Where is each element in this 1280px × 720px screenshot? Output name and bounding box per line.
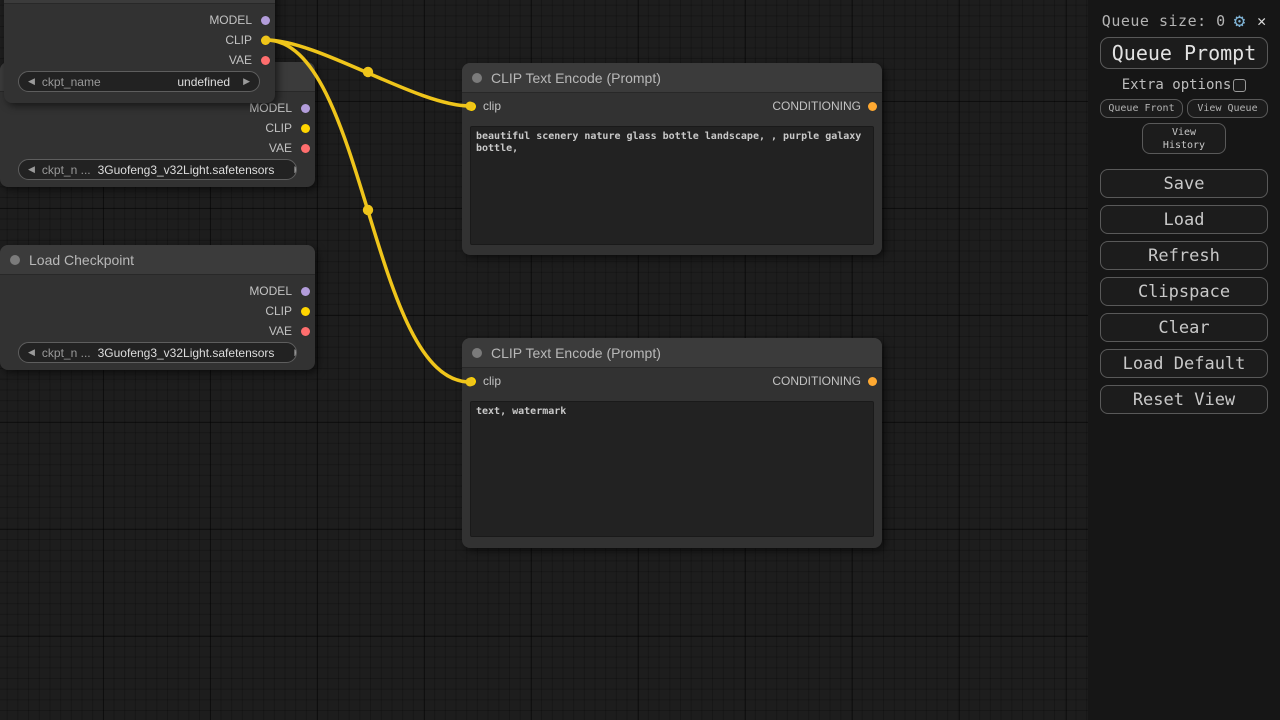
settings-gear-icon[interactable]: ⚙ xyxy=(1234,12,1245,30)
collapse-dot-icon[interactable] xyxy=(472,73,482,83)
model-output-port[interactable] xyxy=(261,16,270,25)
widget-next-arrow-icon[interactable]: ▶ xyxy=(294,165,297,174)
clip-input-label: clip xyxy=(483,374,501,388)
load-button[interactable]: Load xyxy=(1100,205,1268,234)
close-menu-icon[interactable]: ✕ xyxy=(1257,12,1266,30)
node-checkpoint-top[interactable]: MODEL CLIP VAE ◀ ckpt_name undefined ▶ xyxy=(4,0,275,103)
vae-output-port[interactable] xyxy=(301,327,310,336)
queue-size-label: Queue size: 0 xyxy=(1102,12,1226,30)
widget-value: undefined xyxy=(177,75,230,89)
node-graph-canvas[interactable]: MODEL CLIP VAE ◀ ckpt_n ... 3Guofeng3_v3… xyxy=(0,0,1088,720)
extra-options-row: Extra options xyxy=(1122,78,1247,92)
extra-options-checkbox[interactable] xyxy=(1233,79,1246,92)
clip-input-label: clip xyxy=(483,99,501,113)
widget-name: ckpt_n ... xyxy=(42,346,91,360)
widget-prev-arrow-icon[interactable]: ◀ xyxy=(28,348,35,357)
prompt-textarea[interactable]: beautiful scenery nature glass bottle la… xyxy=(470,126,874,245)
ckpt-name-widget[interactable]: ◀ ckpt_name undefined ▶ xyxy=(18,71,260,92)
model-output-label: MODEL xyxy=(249,284,292,298)
queue-actions-row: Queue Front View Queue xyxy=(1100,99,1268,118)
vae-output-label: VAE xyxy=(269,324,292,338)
wire-midpoint-dot[interactable] xyxy=(363,67,373,77)
prompt-textarea[interactable]: text, watermark xyxy=(470,401,874,537)
model-output-label: MODEL xyxy=(249,101,292,115)
widget-next-arrow-icon[interactable]: ▶ xyxy=(243,77,250,86)
clip-io-row: clip CONDITIONING xyxy=(462,371,882,391)
clip-io-row: clip CONDITIONING xyxy=(462,96,882,116)
queue-front-button[interactable]: Queue Front xyxy=(1100,99,1183,118)
comfy-menu-panel: Queue size: 0 ⚙ ✕ Queue Prompt Extra opt… xyxy=(1088,0,1280,720)
clear-button[interactable]: Clear xyxy=(1100,313,1268,342)
vae-output-label: VAE xyxy=(229,53,252,67)
clip-input-port[interactable] xyxy=(467,102,476,111)
node-load-checkpoint[interactable]: Load Checkpoint MODEL CLIP VAE ◀ ckpt_n … xyxy=(0,245,315,370)
node-title-bar[interactable]: CLIP Text Encode (Prompt) xyxy=(462,338,882,368)
node-title-bar[interactable] xyxy=(4,0,275,4)
vae-output-port[interactable] xyxy=(301,144,310,153)
node-title: CLIP Text Encode (Prompt) xyxy=(491,345,661,361)
widget-prev-arrow-icon[interactable]: ◀ xyxy=(28,77,35,86)
extra-options-label: Extra options xyxy=(1122,77,1232,93)
widget-value: 3Guofeng3_v32Light.safetensors xyxy=(98,163,275,177)
model-output-port[interactable] xyxy=(301,104,310,113)
refresh-button[interactable]: Refresh xyxy=(1100,241,1268,270)
conditioning-output-label: CONDITIONING xyxy=(772,374,861,388)
queue-status-row: Queue size: 0 ⚙ ✕ xyxy=(1102,12,1266,30)
clip-output-label: CLIP xyxy=(265,121,292,135)
wire-midpoint-dot[interactable] xyxy=(363,205,373,215)
node-title: Load Checkpoint xyxy=(29,252,134,268)
view-history-button[interactable]: View History xyxy=(1142,123,1226,154)
view-queue-button[interactable]: View Queue xyxy=(1187,99,1268,118)
clipspace-button[interactable]: Clipspace xyxy=(1100,277,1268,306)
clip-output-row: CLIP xyxy=(265,301,315,321)
model-output-port[interactable] xyxy=(301,287,310,296)
conditioning-output-port[interactable] xyxy=(868,102,877,111)
vae-output-row: VAE xyxy=(269,321,315,341)
widget-prev-arrow-icon[interactable]: ◀ xyxy=(28,165,35,174)
clip-output-port[interactable] xyxy=(301,124,310,133)
widget-next-arrow-icon[interactable]: ▶ xyxy=(294,348,297,357)
vae-output-label: VAE xyxy=(269,141,292,155)
node-title: CLIP Text Encode (Prompt) xyxy=(491,70,661,86)
ckpt-name-widget[interactable]: ◀ ckpt_n ... 3Guofeng3_v32Light.safetens… xyxy=(18,159,297,180)
load-default-button[interactable]: Load Default xyxy=(1100,349,1268,378)
model-output-label: MODEL xyxy=(209,13,252,27)
vae-output-port[interactable] xyxy=(261,56,270,65)
node-title-bar[interactable]: Load Checkpoint xyxy=(0,245,315,275)
ckpt-name-widget[interactable]: ◀ ckpt_n ... 3Guofeng3_v32Light.safetens… xyxy=(18,342,297,363)
widget-name: ckpt_n ... xyxy=(42,163,91,177)
node-clip-text-encode-positive[interactable]: CLIP Text Encode (Prompt) clip CONDITION… xyxy=(462,63,882,255)
save-button[interactable]: Save xyxy=(1100,169,1268,198)
node-clip-text-encode-negative[interactable]: CLIP Text Encode (Prompt) clip CONDITION… xyxy=(462,338,882,548)
clip-input-port[interactable] xyxy=(467,377,476,386)
widget-name: ckpt_name xyxy=(42,75,101,89)
collapse-dot-icon[interactable] xyxy=(472,348,482,358)
model-output-row: MODEL xyxy=(249,281,315,301)
clip-output-label: CLIP xyxy=(225,33,252,47)
vae-output-row: VAE xyxy=(229,50,275,70)
vae-output-row: VAE xyxy=(269,138,315,158)
model-output-row: MODEL xyxy=(209,10,275,30)
clip-output-port[interactable] xyxy=(261,36,270,45)
clip-output-row: CLIP xyxy=(265,118,315,138)
widget-value: 3Guofeng3_v32Light.safetensors xyxy=(98,346,275,360)
reset-view-button[interactable]: Reset View xyxy=(1100,385,1268,414)
conditioning-output-port[interactable] xyxy=(868,377,877,386)
clip-output-label: CLIP xyxy=(265,304,292,318)
clip-output-port[interactable] xyxy=(301,307,310,316)
node-title-bar[interactable]: CLIP Text Encode (Prompt) xyxy=(462,63,882,93)
conditioning-output-label: CONDITIONING xyxy=(772,99,861,113)
collapse-dot-icon[interactable] xyxy=(10,255,20,265)
clip-output-row: CLIP xyxy=(225,30,275,50)
queue-prompt-button[interactable]: Queue Prompt xyxy=(1100,37,1268,69)
